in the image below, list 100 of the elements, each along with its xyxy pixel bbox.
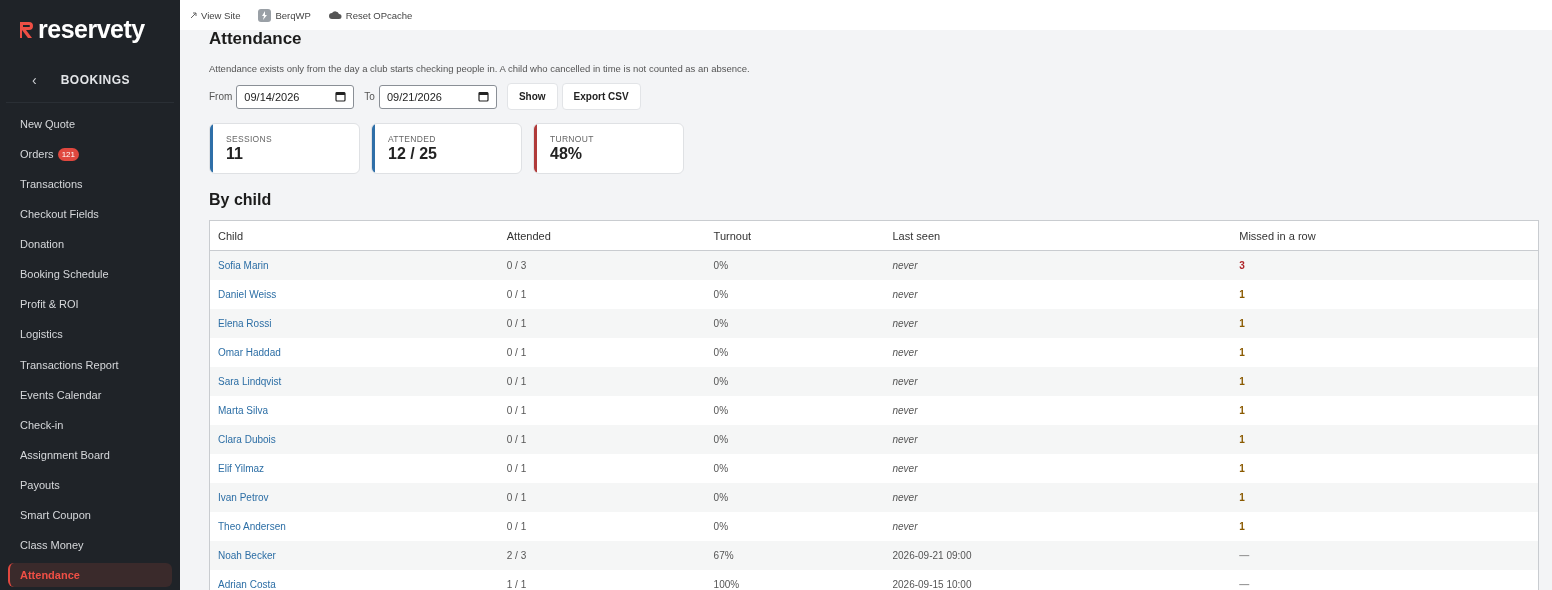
sidebar-item[interactable]: Orders 121	[8, 142, 172, 167]
table-cell: 1	[1239, 434, 1245, 445]
table-cell: 0%	[713, 347, 729, 358]
table-cell: 1 / 1	[506, 579, 527, 590]
page-title: Attendance	[209, 30, 303, 48]
table-cell: 1	[1239, 347, 1245, 358]
sidebar-item[interactable]: Payouts	[8, 472, 172, 497]
table-cell: 1	[1239, 405, 1245, 416]
child-link[interactable]: Adrian Costa	[218, 579, 276, 590]
sidebar-item[interactable]: Donation	[8, 232, 172, 257]
table-cell: never	[892, 318, 918, 329]
sidebar-item[interactable]: Events Calendar	[8, 382, 172, 407]
table-cell: never	[892, 376, 918, 387]
calendar-icon	[477, 91, 489, 102]
stat-label: SESSIONS	[226, 134, 272, 144]
export-button[interactable]: Export CSV	[561, 83, 641, 110]
table-cell: 0 / 1	[506, 434, 527, 445]
stat-value: 11	[226, 145, 244, 163]
column-header: Child	[218, 229, 245, 242]
table-cell: never	[892, 347, 918, 358]
table-cell: 0 / 1	[506, 289, 527, 300]
table-cell: —	[1239, 579, 1250, 590]
table-cell: 1	[1239, 463, 1245, 474]
stat-value: 48%	[550, 145, 584, 163]
column-header: Turnout	[713, 229, 753, 242]
table-cell: never	[892, 463, 918, 474]
child-link[interactable]: Sofia Marin	[218, 260, 269, 271]
table-cell: 0 / 1	[506, 347, 527, 358]
table-cell: 2026-09-21 09:00	[892, 550, 972, 561]
child-link[interactable]: Noah Becker	[218, 550, 276, 561]
toolbar-link[interactable]: View Site	[190, 9, 241, 21]
table-cell: 0 / 1	[506, 521, 527, 532]
table-cell: 0 / 1	[506, 405, 527, 416]
bolt-icon	[258, 8, 272, 22]
child-link[interactable]: Omar Haddad	[218, 347, 281, 358]
logo-icon	[18, 19, 34, 40]
cloud-icon	[328, 10, 342, 20]
table-cell: never	[892, 289, 918, 300]
table-cell: 0 / 3	[506, 260, 527, 271]
table-cell: 0 / 1	[506, 318, 527, 329]
child-link[interactable]: Daniel Weiss	[218, 289, 277, 300]
table-cell: never	[892, 492, 918, 503]
table-cell: 0%	[713, 521, 729, 532]
column-header: Last seen	[892, 229, 942, 242]
table-cell: 3	[1239, 260, 1245, 271]
table-cell: 0%	[713, 260, 729, 271]
child-link[interactable]: Elena Rossi	[218, 318, 272, 329]
table-cell: 1	[1239, 289, 1245, 300]
table-cell: 2026-09-15 10:00	[892, 579, 972, 590]
date-field[interactable]: 09/21/2026	[378, 84, 497, 109]
table-cell: 0%	[713, 318, 729, 329]
table-cell: 0%	[713, 463, 729, 474]
table-cell: 0 / 1	[506, 376, 527, 387]
logo: reservety	[38, 15, 145, 44]
description: Attendance exists only from the day a club starts checking people in. A child who cancelled in time is not counted as an absence.	[209, 63, 751, 74]
table-cell: 0%	[713, 492, 729, 503]
sidebar-item[interactable]: Transactions Report	[8, 352, 172, 377]
sidebar-item[interactable]: Transactions	[8, 172, 172, 197]
stat-value: 12 / 25	[388, 145, 437, 163]
table-cell: 1	[1239, 318, 1245, 329]
sidebar-item[interactable]: Check-in	[8, 412, 172, 437]
child-link[interactable]: Clara Dubois	[218, 434, 276, 445]
sidebar-item[interactable]: Profit & ROI	[8, 292, 172, 317]
table-cell: never	[892, 405, 918, 416]
sidebar-item[interactable]: Class Money	[8, 532, 172, 557]
child-link[interactable]: Marta Silva	[218, 405, 268, 416]
table-cell: 0%	[713, 289, 729, 300]
sidebar-item-label: Orders	[20, 148, 54, 161]
sidebar-item[interactable]: Logistics	[8, 322, 172, 347]
date-value: 09/21/2026	[386, 90, 442, 103]
table-cell: 0%	[713, 434, 729, 445]
toolbar-link[interactable]: Reset OPcache	[328, 9, 413, 21]
stat-label: TURNOUT	[550, 134, 594, 144]
child-link[interactable]: Sara Lindqvist	[218, 376, 282, 387]
date-field[interactable]: 09/14/2026	[236, 84, 355, 109]
table-cell: 100%	[713, 579, 740, 590]
table-cell: —	[1239, 550, 1250, 561]
child-link[interactable]: Theo Andersen	[218, 521, 286, 532]
table-cell: 0%	[713, 376, 729, 387]
to-label: To	[364, 91, 375, 102]
table-cell: never	[892, 260, 918, 271]
child-link[interactable]: Elif Yilmaz	[218, 463, 265, 474]
section-title: BOOKINGS	[60, 73, 130, 87]
child-link[interactable]: Ivan Petrov	[218, 492, 269, 503]
table-cell: never	[892, 434, 918, 445]
back-chevron[interactable]: ‹	[32, 72, 37, 88]
sidebar-item[interactable]: Booking Schedule	[8, 262, 172, 287]
sidebar-item[interactable]: Smart Coupon	[8, 502, 172, 527]
sidebar-item[interactable]: Assignment Board	[8, 442, 172, 467]
column-header: Attended	[506, 229, 552, 242]
toolbar-link[interactable]: BerqWP	[258, 8, 311, 22]
sidebar-item[interactable]: Checkout Fields	[8, 202, 172, 227]
count-badge: 121	[57, 147, 79, 161]
table-cell: 1	[1239, 376, 1245, 387]
table-cell: 1	[1239, 492, 1245, 503]
table-cell: 0 / 1	[506, 492, 527, 503]
sidebar-item[interactable]: New Quote	[8, 112, 172, 137]
sidebar-item[interactable]: Attendance	[8, 562, 172, 587]
from-label: From	[209, 91, 233, 102]
show-button[interactable]: Show	[506, 83, 558, 110]
